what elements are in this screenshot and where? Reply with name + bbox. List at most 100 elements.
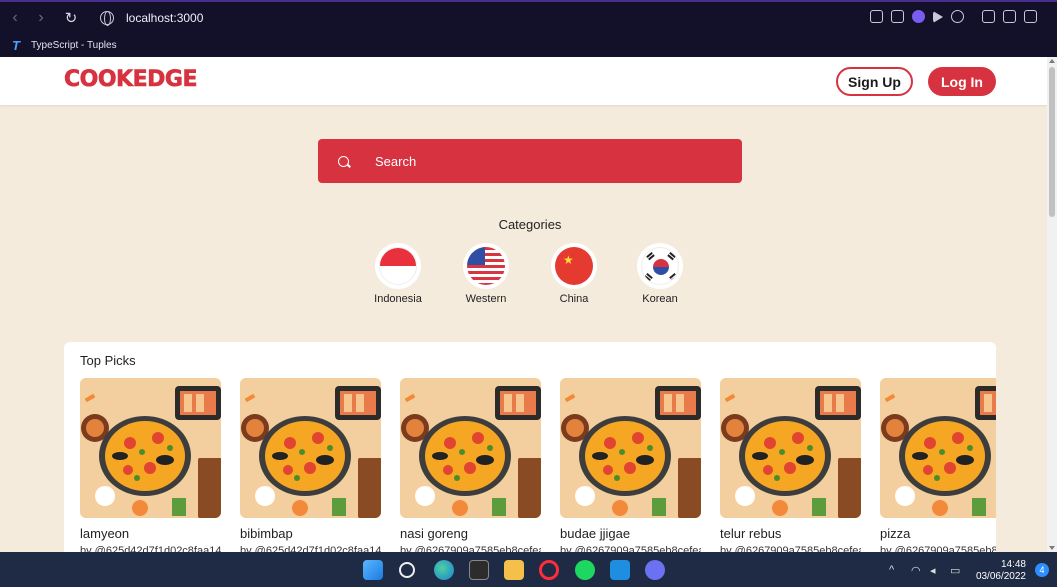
clock-date: 03/06/2022 [975, 571, 1026, 582]
bookmarks-bar: T TypeScript - Tuples [0, 34, 1057, 57]
wifi-icon[interactable]: ◠ [911, 564, 921, 577]
camera-icon[interactable] [891, 10, 904, 23]
scroll-up-icon[interactable] [1049, 59, 1055, 63]
url-port: :3000 [173, 11, 204, 25]
volume-icon[interactable]: ◂ [930, 564, 936, 577]
recipe-author: by @625d42d7f1d02c8faa14 [240, 545, 381, 552]
category-label: Western [465, 293, 507, 305]
browser-toolbar: ‹ › ↻ localhost:3000 [0, 0, 1057, 34]
vscode-icon[interactable] [610, 560, 630, 580]
trigram [646, 272, 653, 280]
top-picks-title: Top Picks [80, 353, 136, 368]
battery-icon[interactable]: ▭ [950, 564, 960, 577]
indonesia-flag-icon [379, 247, 417, 285]
category-label: China [559, 293, 589, 305]
recipe-card[interactable]: nasi goreng by @6267909a7585eb8cefea [400, 378, 541, 552]
flag-frame: ★ [551, 243, 597, 289]
taskbar: ^ ◠ ◂ ▭ 14:48 03/06/2022 4 [0, 552, 1057, 587]
scroll-down-icon[interactable] [1049, 546, 1055, 550]
back-icon[interactable]: ‹ [4, 7, 26, 29]
windows-start-icon[interactable] [363, 560, 383, 580]
page: COOKEDGE Sign Up Log In Categories Indon… [0, 57, 1047, 552]
address-bar[interactable]: localhost:3000 [126, 11, 203, 25]
recipe-image[interactable] [560, 378, 701, 518]
recipe-card[interactable]: telur rebus by @6267909a7585eb8cefea [720, 378, 861, 552]
taegeuk-icon [653, 259, 669, 275]
recipe-card[interactable]: pizza by @6267909a7585eb8cefea [880, 378, 996, 552]
recipe-name[interactable]: budae jjigae [560, 526, 701, 541]
recipe-author: by @6267909a7585eb8cefea [400, 545, 541, 552]
forward-icon[interactable]: › [30, 7, 52, 29]
clock-time: 14:48 [1000, 559, 1026, 570]
edge-icon[interactable] [434, 560, 454, 580]
category-label: Korean [642, 293, 678, 305]
trigram [669, 272, 676, 280]
login-button[interactable]: Log In [928, 67, 996, 96]
recipe-image[interactable] [80, 378, 221, 518]
flag-frame [463, 243, 509, 289]
recipe-card[interactable]: bibimbap by @625d42d7f1d02c8faa14 [240, 378, 381, 552]
typescript-icon: T [12, 38, 20, 53]
category-korean[interactable]: Korean [620, 243, 700, 305]
menu-icon[interactable] [1024, 10, 1037, 23]
reload-icon[interactable]: ↻ [60, 7, 82, 29]
spotify-icon[interactable] [575, 560, 595, 580]
recipe-author: by @6267909a7585eb8cefea [560, 545, 701, 552]
site-header: COOKEDGE Sign Up Log In [0, 57, 1047, 105]
recipe-author: by @6267909a7585eb8cefea [880, 545, 996, 552]
korea-flag-icon [641, 247, 679, 285]
china-flag-icon: ★ [555, 247, 593, 285]
search-input[interactable] [375, 153, 715, 169]
flag-frame [637, 243, 683, 289]
recipe-name[interactable]: nasi goreng [400, 526, 541, 541]
usa-flag-icon [467, 247, 505, 285]
recipe-image[interactable] [720, 378, 861, 518]
recipe-name[interactable]: lamyeon [80, 526, 221, 541]
search-bar[interactable] [318, 139, 742, 183]
logo[interactable]: COOKEDGE [64, 67, 198, 93]
category-western[interactable]: Western [446, 243, 526, 305]
recipe-name[interactable]: bibimbap [240, 526, 381, 541]
category-label: Indonesia [374, 293, 422, 305]
category-china[interactable]: ★ China [534, 243, 614, 305]
opera-icon[interactable] [539, 560, 559, 580]
bookmark-typescript-tuples[interactable]: TypeScript - Tuples [31, 40, 117, 51]
top-picks-panel: Top Picks lamyeon by @625d42d7f1d02c8faa… [64, 342, 996, 552]
recipe-card[interactable]: lamyeon by @625d42d7f1d02c8faa14 [80, 378, 221, 552]
download-icon[interactable] [1003, 10, 1016, 23]
search-icon[interactable] [338, 155, 349, 167]
recipe-author: by @6267909a7585eb8cefea [720, 545, 861, 552]
globe-icon [100, 11, 114, 26]
send-icon[interactable] [933, 11, 943, 23]
notification-badge[interactable]: 4 [1035, 563, 1049, 577]
signup-button[interactable]: Sign Up [836, 67, 913, 96]
recipe-name[interactable]: pizza [880, 526, 996, 541]
recipe-card[interactable]: budae jjigae by @6267909a7585eb8cefea [560, 378, 701, 552]
flag-canton [467, 247, 485, 265]
trigram [669, 251, 676, 259]
recipe-name[interactable]: telur rebus [720, 526, 861, 541]
url-host: localhost [126, 11, 174, 25]
category-indonesia[interactable]: Indonesia [358, 243, 438, 305]
flag-frame [375, 243, 421, 289]
file-explorer-icon[interactable] [504, 560, 524, 580]
cube-icon[interactable] [982, 10, 995, 23]
recipe-image[interactable] [880, 378, 996, 518]
recipe-image[interactable] [400, 378, 541, 518]
star-icon: ★ [563, 253, 574, 267]
edit-icon[interactable] [870, 10, 883, 23]
terminal-icon[interactable] [469, 560, 489, 580]
chevron-up-icon[interactable]: ^ [889, 564, 894, 576]
heart-icon[interactable] [951, 10, 964, 23]
page-scrollbar[interactable] [1047, 57, 1057, 552]
recipe-image[interactable] [240, 378, 381, 518]
trigram [646, 251, 653, 259]
scroll-thumb[interactable] [1049, 67, 1055, 217]
discord-icon[interactable] [645, 560, 665, 580]
recipe-author: by @625d42d7f1d02c8faa14 [80, 545, 221, 552]
shield-extension-icon[interactable] [912, 10, 925, 23]
extension-icons [870, 10, 1037, 23]
categories-title: Categories [498, 217, 562, 232]
search-taskbar-icon[interactable] [399, 562, 415, 578]
clock[interactable]: 14:48 03/06/2022 [976, 559, 1026, 583]
